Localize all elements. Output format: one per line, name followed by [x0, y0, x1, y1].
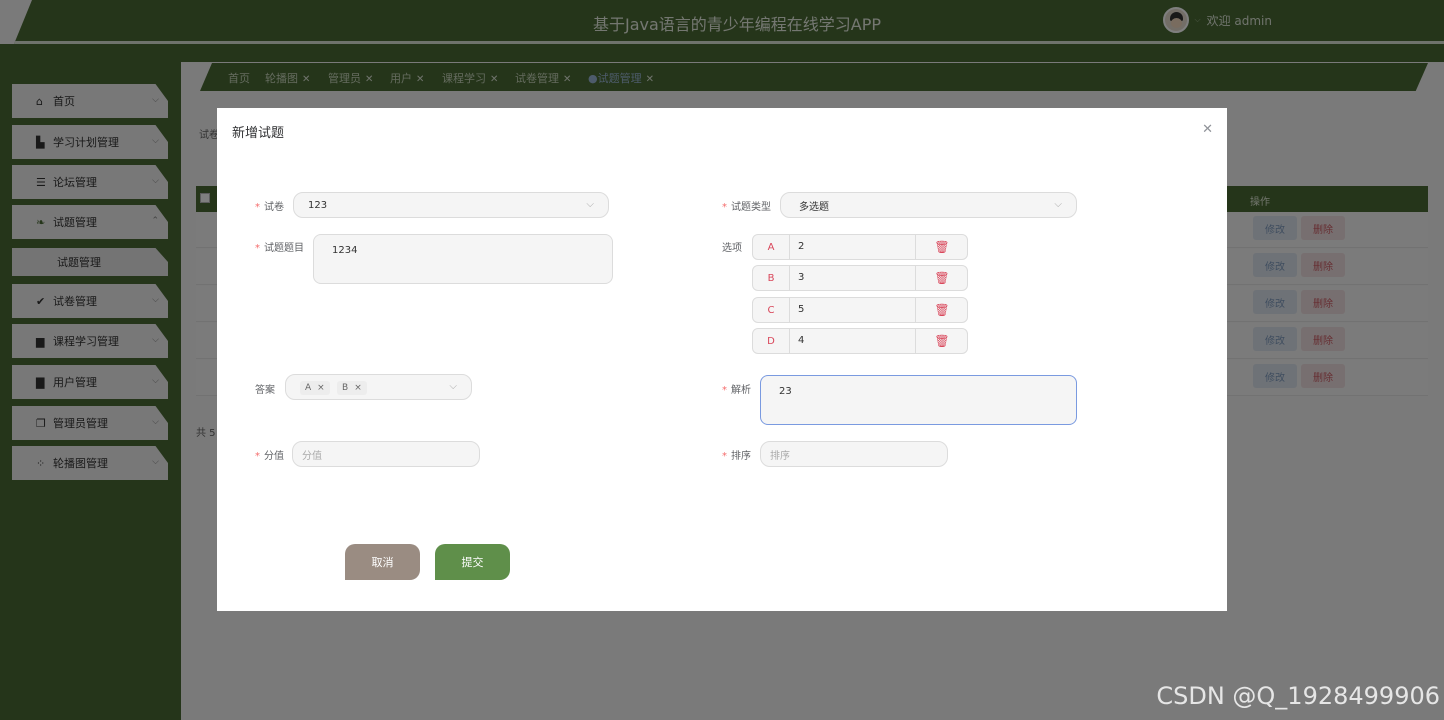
trash-icon[interactable]: 🗑 [915, 235, 968, 259]
dialog-title: 新增试题 [232, 126, 285, 141]
submit-button[interactable]: 提交 [435, 544, 510, 580]
add-question-dialog: 新增试题 ✕ * 试卷 123 ⌵ * 试题类型 多选题 ⌵ * 试题题目 1234 … [217, 108, 1227, 611]
option-letter: D [753, 329, 790, 353]
answer-select[interactable]: A × B × ⌵ [285, 374, 472, 400]
trash-icon[interactable]: 🗑 [915, 329, 968, 353]
close-icon: × [354, 383, 362, 393]
answer-tag[interactable]: A × [300, 381, 330, 395]
order-placeholder: 排序 [770, 450, 790, 462]
chevron-down-icon: ⌵ [449, 381, 457, 392]
answer-label: 答案 [255, 385, 275, 396]
option-row[interactable]: B 3 🗑 [752, 265, 968, 291]
question-type-select[interactable]: 多选题 ⌵ [780, 192, 1077, 218]
analysis-textarea[interactable]: 23 [760, 375, 1077, 425]
score-placeholder: 分值 [302, 450, 322, 462]
paper-select-value: 123 [308, 199, 328, 211]
type-label: * 试题类型 [722, 202, 771, 213]
option-row[interactable]: A 2 🗑 [752, 234, 968, 260]
score-input[interactable]: 分值 [292, 441, 480, 467]
paper-select[interactable]: 123 ⌵ [293, 192, 609, 218]
options-label: 选项 [722, 243, 742, 254]
trash-icon[interactable]: 🗑 [915, 298, 968, 322]
cancel-button[interactable]: 取消 [345, 544, 420, 580]
question-text: 1234 [332, 245, 358, 256]
option-row[interactable]: C 5 🗑 [752, 297, 968, 323]
question-type-value: 多选题 [799, 201, 829, 213]
chevron-down-icon: ⌵ [586, 199, 594, 210]
option-letter: B [753, 266, 790, 290]
answer-tag[interactable]: B × [337, 381, 367, 395]
option-value[interactable]: 4 [798, 335, 804, 346]
option-value[interactable]: 5 [798, 304, 804, 315]
order-input[interactable]: 排序 [760, 441, 948, 467]
order-label: * 排序 [722, 451, 751, 462]
analysis-label: * 解析 [722, 385, 751, 396]
close-icon: × [317, 383, 325, 393]
close-icon[interactable]: ✕ [1202, 122, 1213, 137]
option-value[interactable]: 3 [798, 272, 804, 283]
option-value[interactable]: 2 [798, 241, 804, 252]
analysis-text: 23 [779, 386, 792, 397]
paper-label: * 试卷 [255, 202, 284, 213]
option-row[interactable]: D 4 🗑 [752, 328, 968, 354]
option-letter: C [753, 298, 790, 322]
question-label: * 试题题目 [255, 243, 304, 254]
watermark: CSDN @Q_1928499906 [1156, 682, 1440, 710]
trash-icon[interactable]: 🗑 [915, 266, 968, 290]
chevron-down-icon: ⌵ [1054, 199, 1062, 210]
option-letter: A [753, 235, 790, 259]
question-textarea[interactable]: 1234 [313, 234, 613, 284]
score-label: * 分值 [255, 451, 284, 462]
